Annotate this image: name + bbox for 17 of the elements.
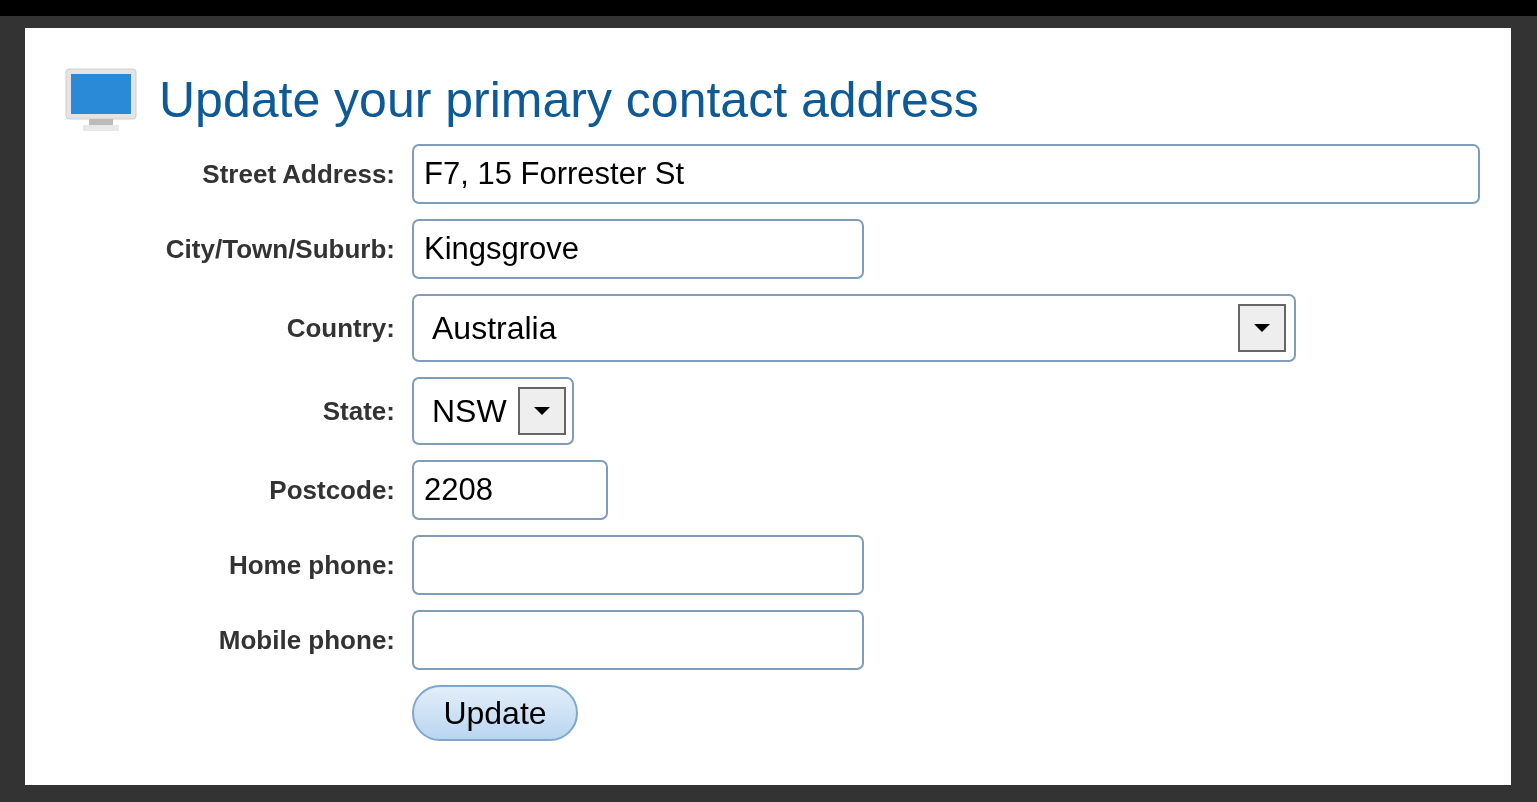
field-label: Postcode: [269, 474, 395, 506]
field-label: State: [322, 395, 395, 427]
field-label: Home phone: [228, 549, 395, 581]
text-field[interactable]: 2208 [412, 460, 608, 520]
dropdown-field[interactable]: Australia [412, 294, 1296, 362]
update-button[interactable]: Update [412, 685, 578, 741]
text-field[interactable] [412, 610, 864, 670]
field-label: Street Address: [202, 158, 395, 190]
monitor-icon [65, 68, 137, 132]
text-field[interactable]: Kingsgrove [412, 219, 864, 279]
field-label: Mobile phone: [218, 624, 395, 656]
text-field[interactable] [412, 535, 864, 595]
text-field[interactable]: F7, 15 Forrester St [412, 144, 1480, 204]
field-label: Country: [286, 312, 395, 344]
field-label: City/Town/Suburb: [165, 233, 395, 265]
dropdown-field[interactable]: NSW [412, 377, 574, 445]
page-title: Update your primary contact address [159, 75, 979, 125]
